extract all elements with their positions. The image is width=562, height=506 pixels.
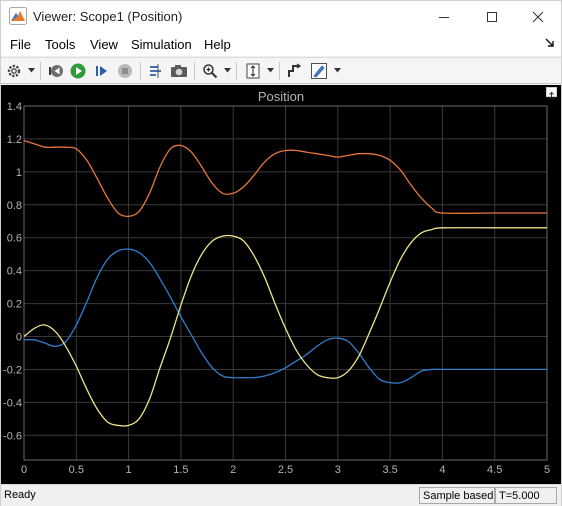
window-title: Viewer: Scope1 (Position): [33, 9, 183, 24]
close-icon: [532, 11, 544, 23]
y-tick-label: 0: [16, 332, 22, 344]
toolbar-separator: [40, 62, 41, 80]
x-tick-label: 3.5: [382, 464, 397, 476]
settings-icon: [7, 64, 21, 78]
x-tick-label: 4.5: [487, 464, 502, 476]
step-back-icon: [49, 65, 63, 77]
x-tick-label: 3: [335, 464, 341, 476]
style-button[interactable]: [309, 61, 329, 81]
settings-dropdown-icon[interactable]: [28, 68, 35, 73]
style-dropdown-icon[interactable]: [334, 68, 341, 73]
toolbar-separator: [279, 62, 280, 80]
y-tick-label: -0.6: [3, 430, 22, 442]
matlab-app-icon: [9, 7, 27, 25]
stop-icon: [118, 64, 132, 78]
status-ready-text: Ready: [4, 489, 36, 501]
y-tick-label: 0.4: [7, 266, 22, 278]
time-field: T=5.000: [495, 487, 557, 504]
collapse-menu-arrow-icon[interactable]: [545, 38, 555, 48]
stop-button[interactable]: [115, 61, 135, 81]
x-tick-label: 1: [126, 464, 132, 476]
run-icon: [70, 63, 86, 79]
toolbar-separator: [140, 62, 141, 80]
y-tick-label: -0.2: [3, 364, 22, 376]
x-tick-label: 2.5: [278, 464, 293, 476]
toolbar: [1, 57, 561, 84]
minimize-icon: [439, 17, 449, 18]
y-tick-label: 0.6: [7, 233, 22, 245]
status-bar: Ready Sample based T=5.000: [1, 484, 561, 506]
plot-panel[interactable]: 0 0.5 1 1.5 2 2.5 3 3.5 4 4.5 5 -0.6 -0.4 -0.2 0 0.2 0.4…: [1, 85, 561, 484]
scale-axes-button[interactable]: [243, 61, 263, 81]
x-tick-label: 0: [21, 464, 27, 476]
y-tick-label: 0.2: [7, 299, 22, 311]
x-tick-label: 5: [544, 464, 550, 476]
scale-dropdown-icon[interactable]: [267, 68, 274, 73]
y-tick-label: -0.4: [3, 397, 22, 409]
y-tick-label: 0.8: [7, 200, 22, 212]
title-bar[interactable]: Viewer: Scope1 (Position): [1, 1, 561, 33]
maximize-button[interactable]: [469, 1, 515, 33]
scale-axes-icon: [246, 63, 260, 79]
zoom-dropdown-icon[interactable]: [224, 68, 231, 73]
menu-file[interactable]: File: [10, 37, 31, 52]
plot-title: Position: [257, 89, 305, 104]
y-tick-label: 1: [16, 167, 22, 179]
x-tick-label: 4: [439, 464, 445, 476]
y-tick-label: 1.2: [7, 134, 22, 146]
style-icon: [311, 63, 327, 79]
highlight-signal-button[interactable]: [146, 61, 166, 81]
step-forward-icon: [96, 66, 107, 76]
close-button[interactable]: [515, 1, 561, 33]
zoom-in-button[interactable]: [200, 61, 220, 81]
menu-simulation[interactable]: Simulation: [131, 37, 192, 52]
snapshot-icon: [171, 65, 187, 77]
menu-help[interactable]: Help: [204, 37, 231, 52]
step-back-button[interactable]: [46, 61, 66, 81]
undock-icon: [548, 91, 555, 99]
sample-mode-field: Sample based: [419, 487, 495, 504]
highlight-signal-icon: [150, 64, 161, 78]
snapshot-button[interactable]: [169, 61, 189, 81]
signal-select-icon: [288, 63, 302, 77]
menu-tools[interactable]: Tools: [45, 37, 75, 52]
run-button[interactable]: [68, 61, 88, 81]
menu-view[interactable]: View: [90, 37, 118, 52]
step-forward-button[interactable]: [92, 61, 112, 81]
scope-window: Viewer: Scope1 (Position) File Tools Vie…: [0, 0, 562, 506]
x-tick-label: 0.5: [69, 464, 84, 476]
minimize-button[interactable]: [421, 1, 467, 33]
zoom-in-icon: [203, 64, 218, 79]
settings-button[interactable]: [4, 61, 24, 81]
toolbar-separator: [194, 62, 195, 80]
toolbar-separator: [236, 62, 237, 80]
x-tick-label: 1.5: [173, 464, 188, 476]
position-chart[interactable]: 0 0.5 1 1.5 2 2.5 3 3.5 4 4.5 5 -0.6 -0.4 -0.2 0 0.2 0.4…: [1, 85, 561, 484]
x-tick-label: 2: [230, 464, 236, 476]
signal-select-button[interactable]: [285, 61, 305, 81]
undock-button[interactable]: [546, 87, 557, 99]
menu-bar: File Tools View Simulation Help: [1, 33, 561, 56]
maximize-icon: [487, 12, 497, 22]
